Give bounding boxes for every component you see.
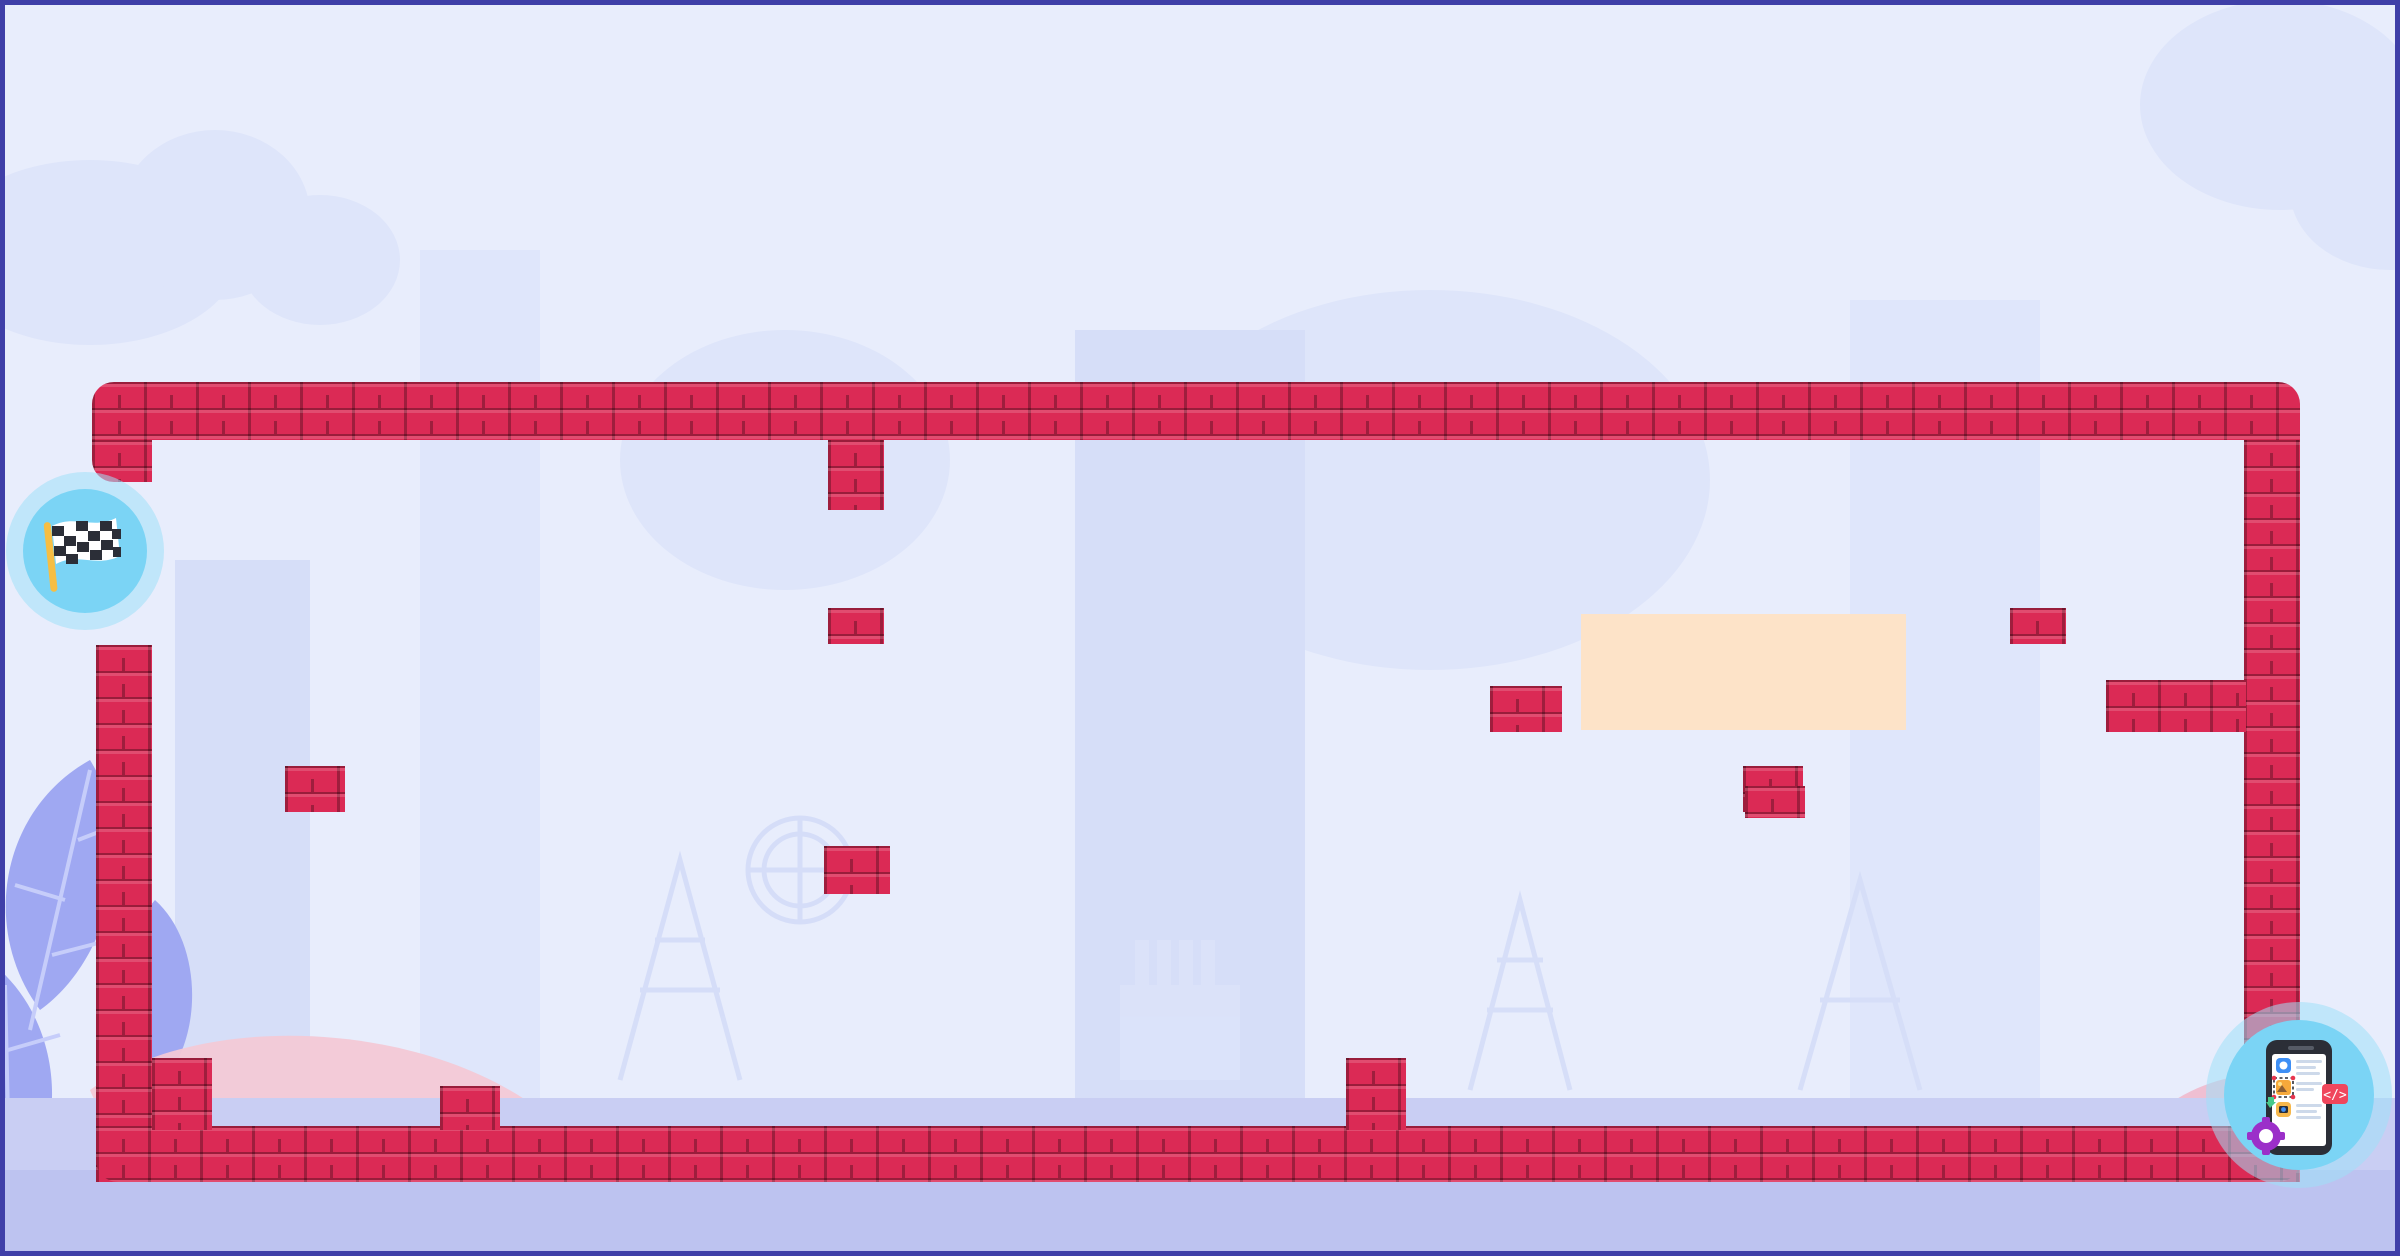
svg-text:</>: </> xyxy=(2323,1088,2347,1103)
cloud-shape xyxy=(240,195,400,325)
brick-wall-left xyxy=(96,645,152,1182)
cloud-shape xyxy=(120,130,310,300)
cloud-shape xyxy=(2290,110,2400,270)
brick-connector-security-top xyxy=(828,608,884,644)
brick-connector-localization-right xyxy=(1490,686,1562,732)
brick-wall-top xyxy=(92,382,2300,440)
skyline-block xyxy=(1075,330,1305,1256)
brick-wall-bottom xyxy=(96,1126,2300,1182)
brick-connector-right-mid xyxy=(2106,680,2246,732)
brick-connector-bottom-center xyxy=(1346,1058,1406,1130)
skyline-block xyxy=(1850,300,2040,1256)
flag-glyph xyxy=(43,518,121,592)
brick-connector-review-right xyxy=(824,846,890,894)
phone-glyph: </> xyxy=(2247,1040,2348,1155)
brick-stub-top-center xyxy=(828,440,884,510)
brick-connector-bottom-mid-left xyxy=(440,1086,500,1130)
heading-group xyxy=(0,62,2400,84)
brick-connector-connectivity-top xyxy=(1745,786,1805,818)
mobile-app-development-icon: </> xyxy=(2206,1002,2392,1188)
checkered-flag-icon xyxy=(6,472,164,630)
cloud-shape xyxy=(0,160,240,345)
brick-connector-performance-bottom xyxy=(285,766,345,812)
brick-connector-bottom-left xyxy=(152,1058,212,1130)
cloud-shape xyxy=(620,330,950,590)
cloud-shape xyxy=(1150,290,1710,670)
brick-connector-realtime-right xyxy=(2010,608,2066,644)
infographic-canvas: </> xyxy=(0,0,2400,1256)
peach-accent-shape xyxy=(1581,614,1906,730)
ground-band-lower xyxy=(0,1170,2400,1256)
cloud-shape xyxy=(2140,0,2400,210)
